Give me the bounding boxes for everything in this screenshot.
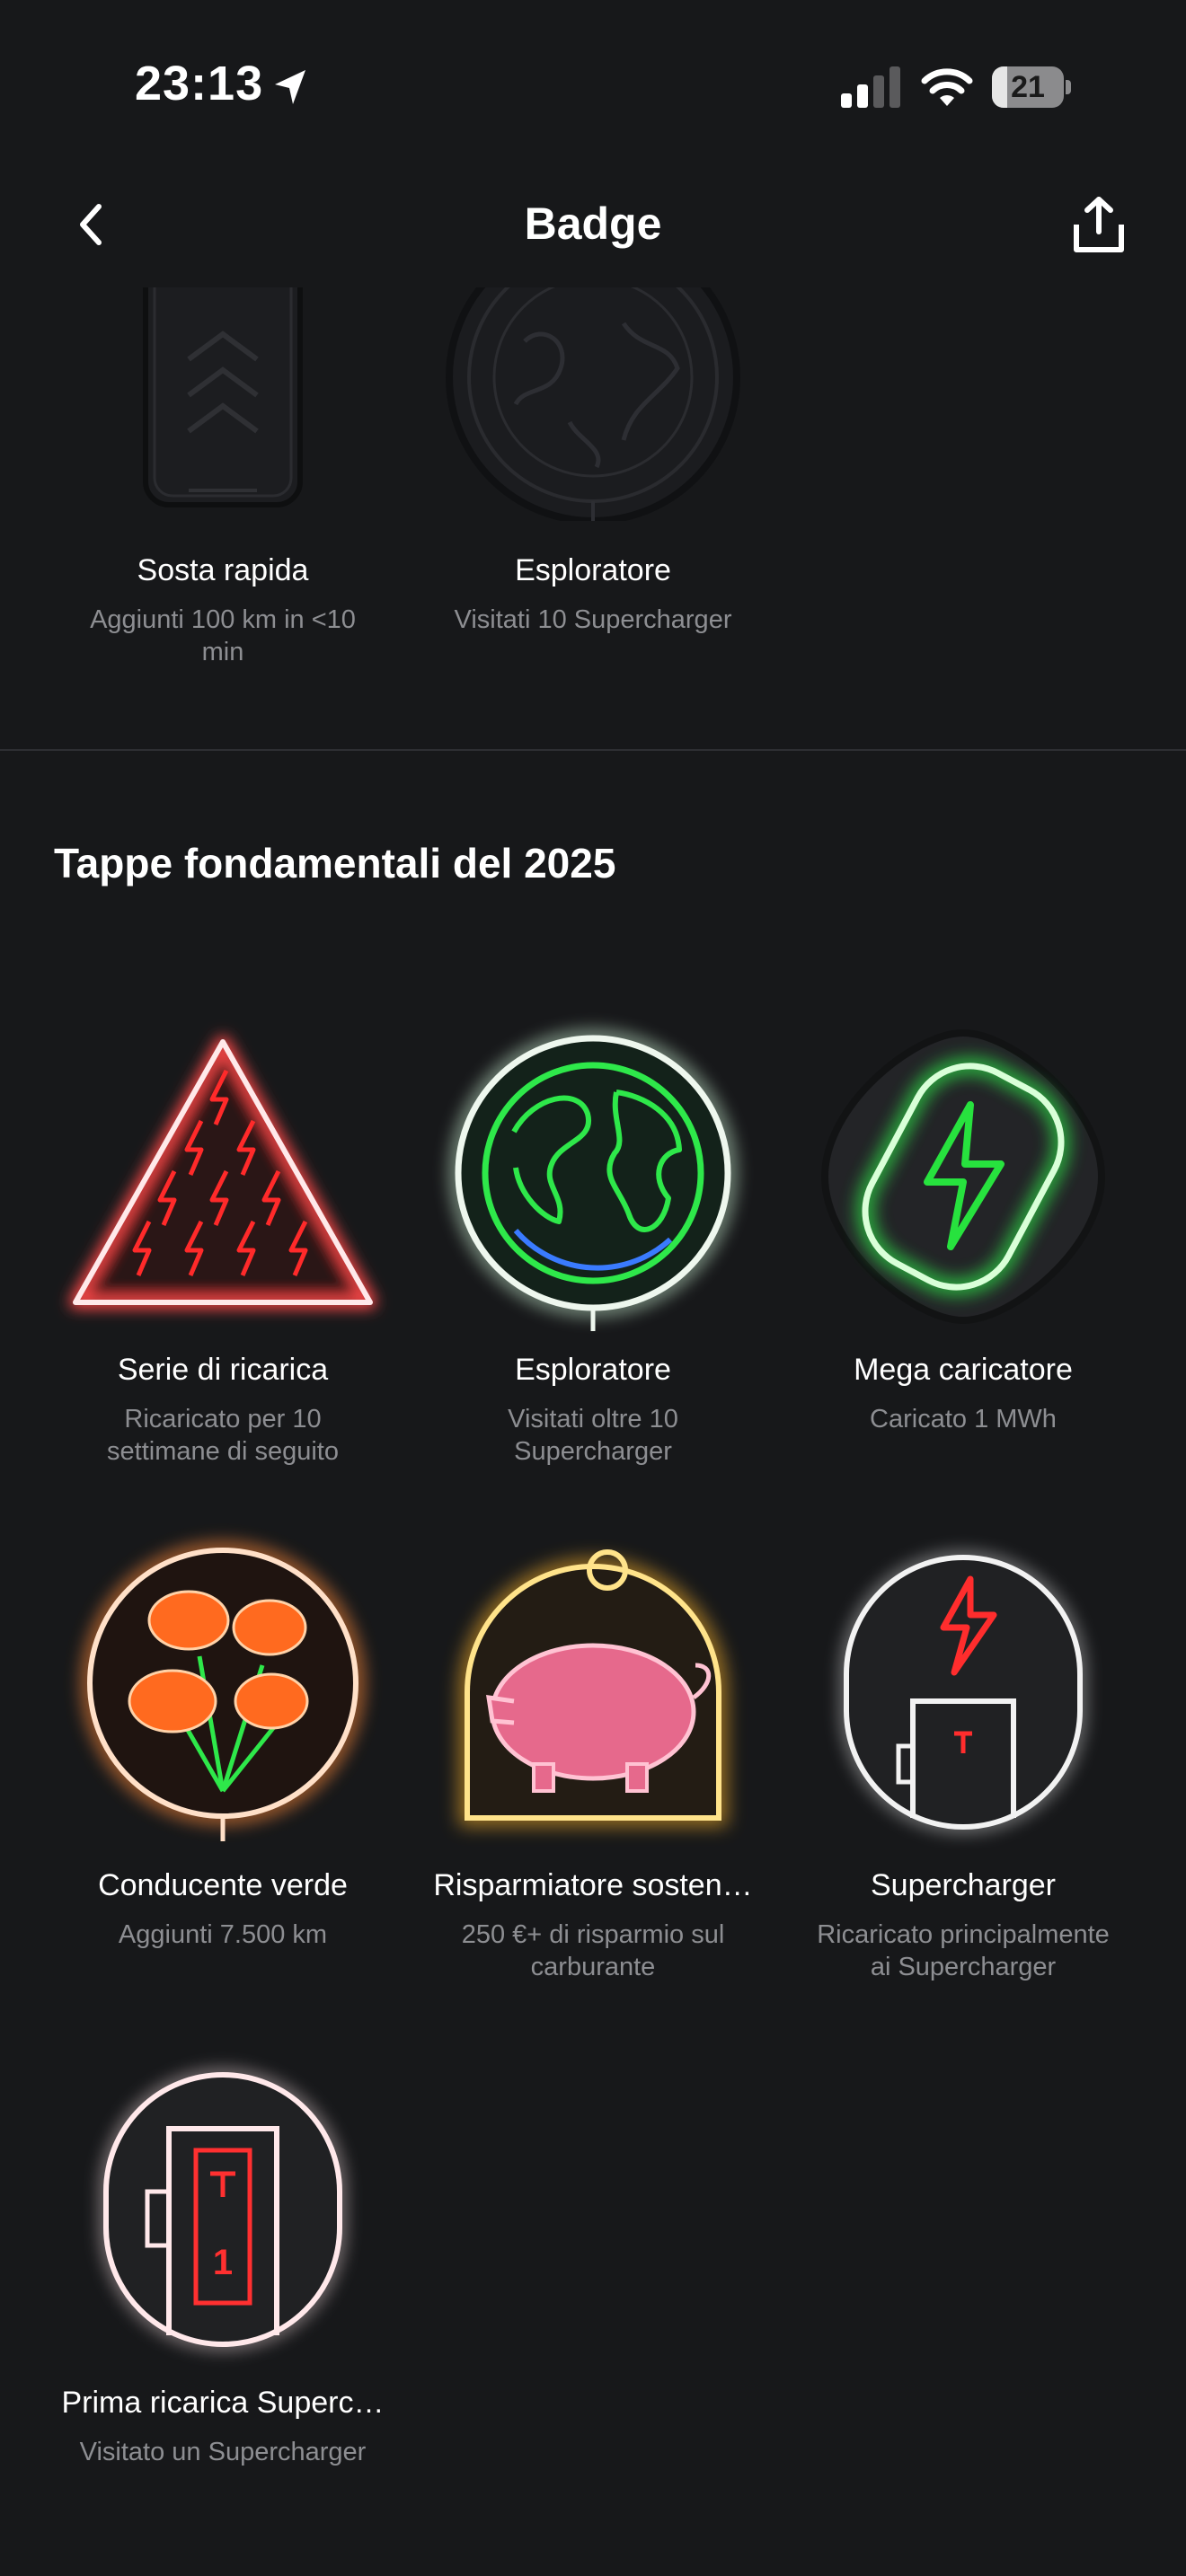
- share-upload-icon[interactable]: [1067, 194, 1130, 257]
- badge-description: Visitati oltre 10 Supercharger: [508, 1405, 678, 1466]
- badge-card[interactable]: Supercharger Ricaricato principalmente a…: [778, 1522, 1148, 1989]
- cellular-signal-icon: [841, 66, 900, 108]
- badge-name: Esploratore: [515, 553, 671, 587]
- badge-card[interactable]: Mega caricatore Caricato 1 MWh: [778, 1006, 1148, 1473]
- badge-description: Ricaricato principalmente ai Supercharge…: [817, 1920, 1110, 1981]
- neon-bolt-icon: [820, 1028, 1106, 1325]
- battery-level: 21: [1011, 70, 1045, 104]
- battery-tip: [1066, 80, 1071, 94]
- section-title: Tappe fondamentali del 2025: [54, 840, 616, 887]
- badge-description: Visitato un Supercharger: [79, 2438, 367, 2466]
- supercharger-first-icon: 1: [100, 2069, 346, 2351]
- badge-card[interactable]: Serie di ricarica Ricaricato per 10 sett…: [38, 1006, 408, 1473]
- triple-chevron-up-icon: [143, 287, 303, 507]
- neon-globe-icon: [449, 1029, 737, 1331]
- page-title: Badge: [524, 198, 662, 249]
- badge-description: Aggiunti 7.500 km: [118, 1920, 328, 1949]
- badge-card[interactable]: Esploratore Visitati 10 Supercharger: [408, 287, 778, 683]
- poppy-flowers-icon: [81, 1541, 365, 1841]
- badge-name: Serie di ricarica: [117, 1353, 329, 1387]
- badge-name: Esploratore: [515, 1353, 671, 1387]
- badge-name: Mega caricatore: [854, 1353, 1073, 1387]
- location-arrow-icon: [275, 70, 305, 104]
- badge-description: Caricato 1 MWh: [870, 1405, 1057, 1434]
- badge-description: 250 €+ di risparmio sul carburante: [461, 1920, 725, 1981]
- battery-body: 21: [992, 66, 1064, 108]
- badge-card[interactable]: 1 Prima ricarica Superc… Visitato un Sup…: [38, 2039, 408, 2488]
- section-divider: [0, 749, 1186, 751]
- stall-number: 1: [213, 2243, 233, 2282]
- badge-name: Prima ricarica Superc…: [61, 2386, 385, 2420]
- badge-card[interactable]: Conducente verde Aggiunti 7.500 km: [38, 1522, 408, 1989]
- badge-card[interactable]: Risparmiatore sosten… 250 €+ di risparmi…: [408, 1522, 778, 1989]
- lightning-triangle-icon: [69, 1036, 376, 1309]
- badges-screen: 23:13 21 Badge Sosta rapida Aggiunti 100…: [0, 0, 1186, 2576]
- badge-card[interactable]: Esploratore Visitati oltre 10 Supercharg…: [408, 1006, 778, 1473]
- badge-name: Supercharger: [870, 1868, 1056, 1902]
- badge-name: Risparmiatore sosten…: [433, 1868, 753, 1902]
- badge-name: Conducente verde: [98, 1868, 348, 1902]
- badge-card[interactable]: Sosta rapida Aggiunti 100 km in <10 min: [38, 287, 408, 683]
- supercharger-stall-icon: [840, 1551, 1086, 1833]
- globe-icon: [446, 287, 740, 521]
- badge-description: Visitati 10 Supercharger: [454, 605, 732, 634]
- status-bar: 23:13 21: [0, 0, 1186, 171]
- status-time: 23:13: [135, 57, 264, 110]
- battery-icon: 21: [992, 66, 1071, 108]
- wifi-icon: [921, 68, 973, 106]
- badge-description: Ricaricato per 10 settimane di seguito: [107, 1405, 339, 1466]
- badge-description: Aggiunti 100 km in <10 min: [90, 605, 356, 666]
- piggy-bank-icon: [459, 1549, 727, 1826]
- nav-bar: Badge: [0, 171, 1186, 287]
- badge-name: Sosta rapida: [137, 553, 309, 587]
